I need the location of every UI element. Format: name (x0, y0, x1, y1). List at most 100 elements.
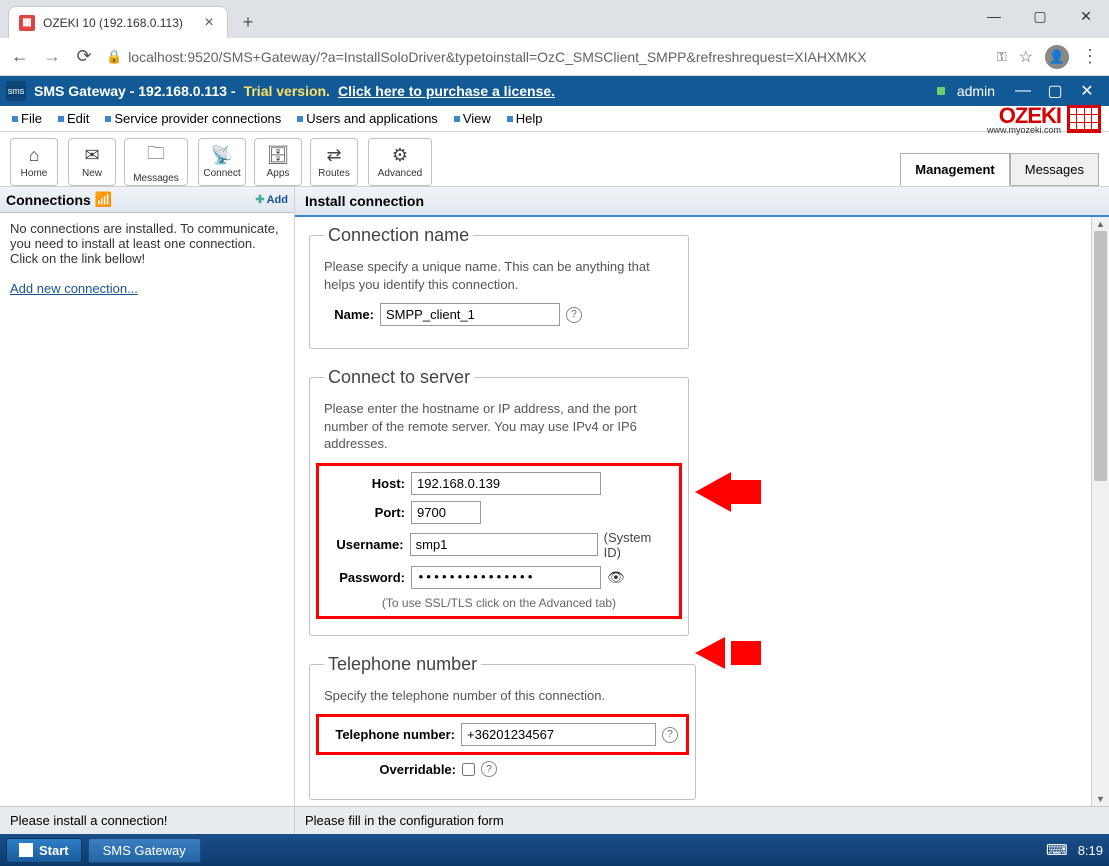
taskbar: Start SMS Gateway ⌨ 8:19 (0, 834, 1109, 866)
main-area: Connections 📶 Add No connections are ins… (0, 186, 1109, 834)
taskbar-clock: 8:19 (1078, 843, 1103, 858)
new-tab-button[interactable]: + (234, 8, 262, 36)
password-input[interactable] (411, 566, 601, 589)
browser-toolbar: ← → ⟳ 🔒 localhost:9520/SMS+Gateway/?a=In… (0, 38, 1109, 76)
menu-file[interactable]: File (6, 109, 48, 128)
connection-name-desc: Please specify a unique name. This can b… (324, 258, 674, 293)
logo-grid-icon (1067, 105, 1101, 133)
antenna-icon: 📡 (211, 145, 233, 166)
connection-name-legend: Connection name (324, 225, 473, 246)
add-connection-link-small[interactable]: Add (255, 193, 288, 206)
tab-messages[interactable]: Messages (1010, 153, 1099, 186)
logo[interactable]: OZEKI www.myozeki.com (987, 103, 1109, 135)
add-new-connection-link[interactable]: Add new connection... (10, 281, 138, 296)
show-password-icon[interactable]: 👁 (607, 569, 625, 586)
app-minimize-button[interactable]: — (1007, 80, 1039, 102)
admin-label[interactable]: admin (957, 83, 995, 99)
menu-view[interactable]: View (448, 109, 497, 128)
arrow-left-icon (695, 637, 725, 669)
folder-icon: 🗀 (147, 141, 165, 171)
right-panel-footer: Please fill in the configuration form (295, 806, 1109, 834)
toolbar-connect-button[interactable]: 📡Connect (198, 138, 246, 186)
keyboard-icon[interactable]: ⌨ (1046, 841, 1068, 859)
help-icon[interactable]: ? (481, 761, 497, 777)
close-window-button[interactable]: ✕ (1063, 0, 1109, 32)
database-icon: 🗄 (267, 145, 290, 166)
profile-icon[interactable]: 👤 (1045, 45, 1069, 69)
host-input[interactable] (411, 472, 601, 495)
toolbar-advanced-button[interactable]: ⚙Advanced (368, 138, 432, 186)
logo-subtext: www.myozeki.com (987, 125, 1061, 135)
scrollbar-thumb[interactable] (1094, 231, 1107, 481)
scrollbar[interactable]: ▲ ▼ (1091, 217, 1109, 806)
app-maximize-button[interactable]: ▢ (1039, 80, 1071, 102)
purchase-link[interactable]: Click here to purchase a license. (338, 83, 555, 99)
url-text: localhost:9520/SMS+Gateway/?a=InstallSol… (128, 49, 866, 65)
window-controls: — ▢ ✕ (971, 0, 1109, 32)
name-input[interactable] (380, 303, 560, 326)
close-tab-icon[interactable]: × (201, 15, 217, 31)
username-input[interactable] (410, 533, 598, 556)
toolbar-routes-button[interactable]: ⇄Routes (310, 138, 358, 186)
port-label: Port: (327, 505, 405, 520)
app-title: SMS Gateway - 192.168.0.113 - (34, 83, 236, 99)
taskbar-item-sms-gateway[interactable]: SMS Gateway (88, 838, 201, 863)
home-icon: ⌂ (29, 145, 40, 166)
left-panel-footer: Please install a connection! (0, 806, 294, 834)
highlight-server-box: Host: Port: Username: (System ID) Passwo… (316, 463, 682, 619)
menu-users[interactable]: Users and applications (291, 109, 444, 128)
name-label: Name: (324, 307, 374, 322)
menu-help[interactable]: Help (501, 109, 549, 128)
connect-server-desc: Please enter the hostname or IP address,… (324, 400, 674, 453)
app-titlebar: sms SMS Gateway - 192.168.0.113 - Trial … (0, 76, 1109, 106)
password-label: Password: (327, 570, 405, 585)
toolbar-new-button[interactable]: ✉New (68, 138, 116, 186)
scroll-down-icon[interactable]: ▼ (1092, 792, 1109, 806)
telephone-fieldset: Telephone number Specify the telephone n… (309, 654, 696, 801)
browser-tab[interactable]: ▦ OZEKI 10 (192.168.0.113) × (8, 6, 228, 38)
scroll-up-icon[interactable]: ▲ (1092, 217, 1109, 231)
port-input[interactable] (411, 501, 481, 524)
telephone-desc: Specify the telephone number of this con… (324, 687, 681, 705)
toolbar-home-button[interactable]: ⌂Home (10, 138, 58, 186)
telephone-label: Telephone number: (327, 727, 455, 742)
connection-name-fieldset: Connection name Please specify a unique … (309, 225, 689, 349)
reload-button[interactable]: ⟳ (74, 47, 94, 67)
routes-icon: ⇄ (326, 145, 341, 166)
start-button[interactable]: Start (6, 838, 82, 863)
toolbar-messages-button[interactable]: 🗀Messages (124, 138, 188, 186)
trial-label: Trial version. (244, 83, 330, 99)
toolbar-apps-button[interactable]: 🗄Apps (254, 138, 302, 186)
connect-server-fieldset: Connect to server Please enter the hostn… (309, 367, 689, 636)
browser-menu-icon[interactable]: ⋮ (1081, 46, 1099, 67)
menu-service-provider[interactable]: Service provider connections (99, 109, 287, 128)
left-panel-header: Connections 📶 Add (0, 187, 294, 213)
overridable-checkbox[interactable] (462, 763, 475, 776)
bookmark-icon[interactable]: ☆ (1019, 47, 1033, 67)
no-connections-text: No connections are installed. To communi… (10, 221, 284, 266)
lock-icon: 🔒 (106, 49, 122, 65)
overridable-label: Overridable: (324, 762, 456, 777)
right-panel-header: Install connection (295, 187, 1109, 217)
maximize-button[interactable]: ▢ (1017, 0, 1063, 32)
connections-title: Connections (6, 192, 91, 208)
help-icon[interactable]: ? (566, 307, 582, 323)
key-icon[interactable]: ⚿ (997, 49, 1007, 65)
gear-icon: ⚙ (392, 145, 408, 166)
minimize-button[interactable]: — (971, 0, 1017, 32)
help-icon[interactable]: ? (662, 727, 678, 743)
new-icon: ✉ (84, 145, 99, 166)
favicon-icon: ▦ (19, 15, 35, 31)
menubar: File Edit Service provider connections U… (0, 106, 1109, 132)
forward-button[interactable]: → (42, 47, 62, 67)
tab-management[interactable]: Management (900, 153, 1009, 186)
telephone-input[interactable] (461, 723, 656, 746)
back-button[interactable]: ← (10, 47, 30, 67)
highlight-telephone-box: Telephone number: ? (316, 714, 689, 755)
app-close-button[interactable]: ✕ (1071, 80, 1103, 102)
menu-edit[interactable]: Edit (52, 109, 95, 128)
arrow-left-icon (695, 472, 731, 512)
browser-titlebar: ▦ OZEKI 10 (192.168.0.113) × + — ▢ ✕ (0, 0, 1109, 38)
address-bar[interactable]: 🔒 localhost:9520/SMS+Gateway/?a=InstallS… (106, 49, 985, 65)
telephone-legend: Telephone number (324, 654, 481, 675)
